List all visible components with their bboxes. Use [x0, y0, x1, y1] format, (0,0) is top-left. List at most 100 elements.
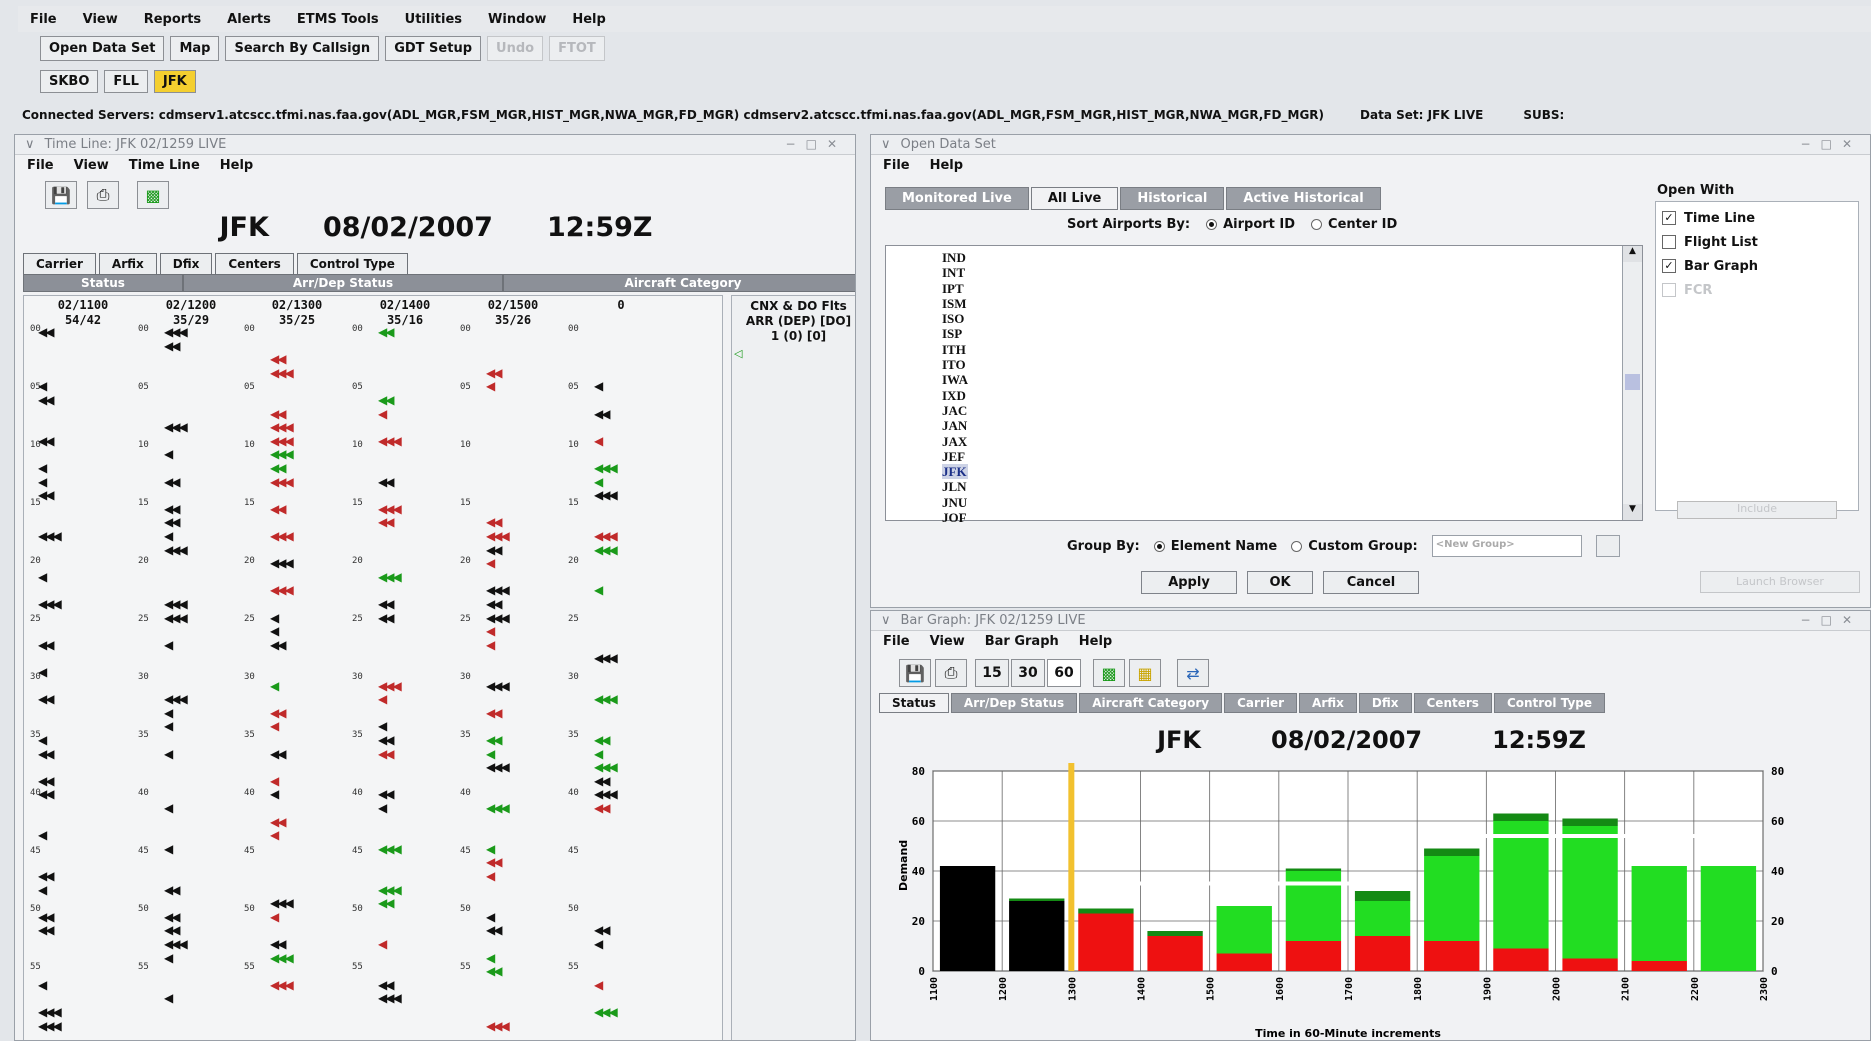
tab-all-live[interactable]: All Live [1030, 187, 1119, 210]
flight-marker-icon[interactable]: ◀◀◀ [594, 489, 618, 501]
bar-segment[interactable] [1424, 856, 1480, 941]
airport-list-item[interactable]: JAX [942, 434, 968, 449]
flight-marker-icon[interactable]: ◀◀ [486, 516, 503, 528]
collapse-icon[interactable]: ∨ [881, 137, 891, 152]
airport-list-item[interactable]: INT [942, 265, 968, 280]
bar-segment[interactable] [1493, 813, 1549, 822]
flight-marker-icon[interactable]: ◀◀ [38, 788, 55, 800]
bar-segment[interactable] [1354, 891, 1411, 901]
airport-list-item[interactable]: ISO [942, 311, 968, 326]
flight-marker-icon[interactable]: ◀ [164, 802, 173, 814]
collapse-icon[interactable]: ∨ [25, 137, 35, 152]
flight-marker-icon[interactable]: ◀◀◀ [378, 992, 402, 1004]
flight-marker-icon[interactable]: ◀ [38, 666, 47, 678]
flight-marker-icon[interactable]: ◀◀ [594, 802, 611, 814]
flight-marker-icon[interactable]: ◀ [486, 625, 495, 637]
open-with-bar-graph-checkbox[interactable]: ✓ Bar Graph [1662, 254, 1852, 278]
tab-dfix[interactable]: Dfix [1358, 693, 1412, 713]
flight-marker-icon[interactable]: ◀ [164, 530, 173, 542]
flight-marker-icon[interactable]: ◀ [38, 979, 47, 991]
timeline-grid[interactable]: 02/1100 54/42 02/1200 35/29 02/1300 35/25 02/1… [23, 295, 723, 1040]
legend-icon[interactable]: ▩ [1093, 659, 1125, 687]
bar-segment[interactable] [1493, 821, 1549, 949]
flight-marker-icon[interactable]: ◀ [38, 476, 47, 488]
flight-marker-icon[interactable]: ◀◀ [164, 516, 181, 528]
flight-marker-icon[interactable]: ◀ [164, 639, 173, 651]
flight-marker-icon[interactable]: ◀ [164, 952, 173, 964]
bar-segment[interactable] [1147, 931, 1203, 936]
flight-marker-icon[interactable]: ◀◀◀ [270, 897, 294, 909]
window-controls-icon[interactable]: −□✕ [1801, 137, 1862, 151]
bar-segment[interactable] [1216, 953, 1272, 972]
airport-list-item[interactable]: ISP [942, 326, 968, 341]
flight-marker-icon[interactable]: ◀◀◀ [270, 367, 294, 379]
flight-marker-icon[interactable]: ◀◀ [164, 911, 181, 923]
tab-historical[interactable]: Historical [1120, 187, 1225, 210]
tab-aircraft-category[interactable]: Aircraft Category [1079, 693, 1223, 713]
bar-segment[interactable] [1631, 866, 1687, 961]
legend-icon[interactable]: ▩ [137, 181, 169, 209]
flight-marker-icon[interactable]: ◀◀ [378, 748, 395, 760]
airport-list-item[interactable]: IWA [942, 372, 968, 387]
tab-dfix[interactable]: Dfix [159, 253, 213, 275]
flight-marker-icon[interactable]: ◀◀ [486, 965, 503, 977]
flight-marker-icon[interactable]: ◀ [38, 884, 47, 896]
flight-marker-icon[interactable]: ◀ [270, 829, 279, 841]
flight-marker-icon[interactable]: ◀◀◀ [486, 584, 510, 596]
tab-centers[interactable]: Centers [1413, 693, 1492, 713]
flight-marker-icon[interactable]: ◀ [378, 938, 387, 950]
flight-marker-icon[interactable]: ◀ [164, 992, 173, 1004]
flight-marker-icon[interactable]: ◀ [486, 870, 495, 882]
sort-center-id-radio[interactable]: Center ID [1311, 217, 1397, 232]
flight-marker-icon[interactable]: ◀◀ [38, 775, 55, 787]
flight-marker-icon[interactable]: ◀◀ [378, 788, 395, 800]
flight-marker-icon[interactable]: ◀◀ [38, 748, 55, 760]
flight-marker-icon[interactable]: ◀◀ [164, 924, 181, 936]
search-by-callsign-button[interactable]: Search By Callsign [225, 35, 380, 61]
bar-segment[interactable] [1147, 936, 1203, 971]
menu-file[interactable]: File [27, 158, 54, 173]
bar-segment[interactable] [1700, 866, 1757, 971]
tab-status[interactable]: Status [879, 693, 949, 713]
bar-segment[interactable] [939, 866, 996, 971]
custom-group-dropdown-icon[interactable] [1595, 535, 1620, 557]
tab-carrier[interactable]: Carrier [1224, 693, 1298, 713]
menu-help[interactable]: Help [930, 158, 963, 173]
bar-segment[interactable] [1493, 948, 1549, 972]
flight-marker-icon[interactable]: ◀◀◀ [164, 544, 188, 556]
flight-marker-icon[interactable]: ◀◀ [270, 639, 287, 651]
flight-marker-icon[interactable]: ◀◀◀ [38, 598, 62, 610]
demand-bar-chart[interactable]: 1100 1200 1300 1400 1500 1600 1700 1800 1900 2000… [871, 757, 1871, 1041]
flight-marker-icon[interactable]: ◀◀ [378, 979, 395, 991]
scroll-down-icon[interactable]: ▼ [1623, 504, 1642, 520]
flight-marker-icon[interactable]: ◀◀◀ [594, 530, 618, 542]
flight-marker-icon[interactable]: ◀ [378, 408, 387, 420]
open-with-time-line-checkbox[interactable]: ✓ Time Line [1662, 206, 1852, 230]
flight-marker-icon[interactable]: ◀◀◀ [270, 421, 294, 433]
flight-marker-icon[interactable]: ◀◀ [594, 924, 611, 936]
flight-marker-icon[interactable]: ◀◀ [164, 884, 181, 896]
airport-list-item[interactable]: IND [942, 250, 968, 265]
open-with-flight-list-checkbox[interactable]: Flight List [1662, 230, 1852, 254]
flight-marker-icon[interactable]: ◀◀ [164, 476, 181, 488]
flight-marker-icon[interactable]: ◀ [378, 693, 387, 705]
flight-marker-icon[interactable]: ◀◀◀ [270, 979, 294, 991]
print-icon[interactable]: ⎙ [935, 659, 967, 687]
interval-15-button[interactable]: 15 [975, 659, 1009, 687]
custom-group-input[interactable]: <New Group> [1431, 535, 1582, 557]
flight-marker-icon[interactable]: ◀◀ [270, 938, 287, 950]
flight-marker-icon[interactable]: ◀◀◀ [378, 571, 402, 583]
menu-bar-graph[interactable]: Bar Graph [985, 634, 1059, 649]
flight-marker-icon[interactable]: ◀◀ [38, 639, 55, 651]
flight-marker-icon[interactable]: ◀ [270, 625, 279, 637]
airport-tab-fll[interactable]: FLL [104, 69, 148, 93]
menu-view[interactable]: View [83, 12, 118, 27]
tab-status[interactable]: Status [23, 274, 183, 292]
flight-marker-icon[interactable]: ◀◀ [270, 503, 287, 515]
flight-marker-icon[interactable]: ◀◀ [486, 707, 503, 719]
airport-list-item[interactable]: JOF [942, 510, 968, 525]
flight-marker-icon[interactable]: ◀ [594, 435, 603, 447]
flight-marker-icon[interactable]: ◀ [594, 748, 603, 760]
airport-list-item[interactable]: IXD [942, 388, 968, 403]
flight-marker-icon[interactable]: ◀◀◀ [378, 503, 402, 515]
